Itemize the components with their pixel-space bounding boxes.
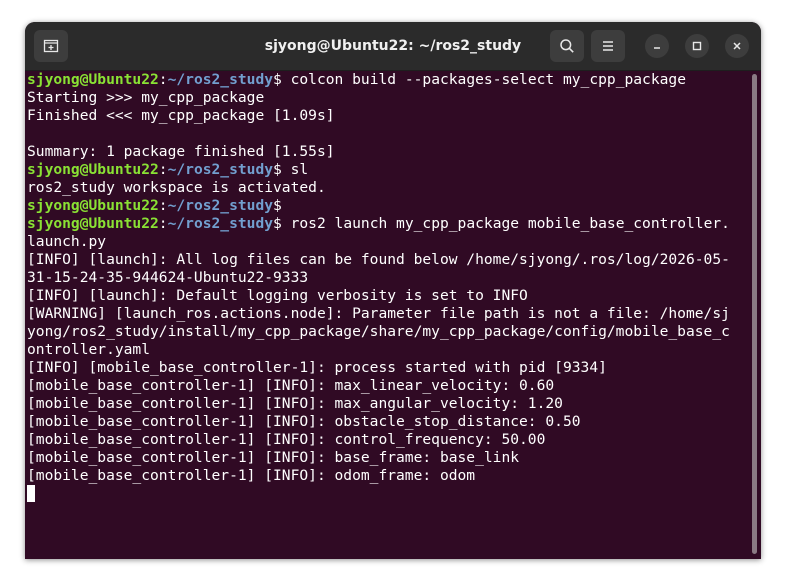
output-line: [mobile_base_controller-1] [INFO]: max_l… [27, 377, 749, 395]
terminal-window: sjyong@Ubuntu22: ~/ros2_study sjyong@Ubu… [25, 22, 761, 559]
output-line: [mobile_base_controller-1] [INFO]: base_… [27, 449, 749, 467]
output-line: [WARNING] [launch_ros.actions.node]: Par… [27, 305, 749, 323]
prompt-symbol: $ [273, 71, 282, 88]
minimize-button[interactable] [645, 34, 669, 58]
prompt-user: sjyong@Ubuntu22 [27, 215, 159, 232]
close-icon [733, 42, 741, 50]
maximize-icon [692, 41, 702, 51]
output-line: [INFO] [mobile_base_controller-1]: proce… [27, 359, 749, 377]
search-button[interactable] [550, 30, 584, 62]
line-text: [WARNING] [launch_ros.actions.node]: Par… [27, 305, 730, 322]
prompt-user: sjyong@Ubuntu22 [27, 71, 159, 88]
line-text: Summary: 1 package finished [1.55s] [27, 143, 335, 160]
output-line: ontroller.yaml [27, 341, 749, 359]
output-line: Starting >>> my_cpp_package [27, 89, 749, 107]
line-text: [mobile_base_controller-1] [INFO]: contr… [27, 431, 546, 448]
line-text: Starting >>> my_cpp_package [27, 89, 265, 106]
new-tab-button[interactable] [34, 30, 68, 62]
line-text: ontroller.yaml [27, 341, 151, 358]
output-line: 31-15-24-35-944624-Ubuntu22-9333 [27, 269, 749, 287]
output-line: [mobile_base_controller-1] [INFO]: contr… [27, 431, 749, 449]
line-text: [INFO] [launch]: All log files can be fo… [27, 251, 730, 268]
prompt-separator: : [158, 161, 168, 178]
hamburger-menu-icon [603, 41, 613, 51]
prompt-path: ~/ros2_study [167, 161, 274, 178]
prompt-separator: : [158, 215, 168, 232]
line-text: [mobile_base_controller-1] [INFO]: max_l… [27, 377, 555, 394]
line-text: [INFO] [launch]: Default logging verbosi… [27, 287, 528, 304]
output-line: [mobile_base_controller-1] [INFO]: obsta… [27, 413, 749, 431]
prompt-symbol: $ [273, 161, 282, 178]
prompt-user: sjyong@Ubuntu22 [27, 197, 159, 214]
cursor-line [27, 485, 749, 503]
output-line: [INFO] [launch]: All log files can be fo… [27, 251, 749, 269]
line-text: sl [281, 161, 309, 178]
text-cursor [27, 485, 35, 502]
prompt-user: sjyong@Ubuntu22 [27, 161, 159, 178]
line-text: [mobile_base_controller-1] [INFO]: max_a… [27, 395, 563, 412]
line-text: [mobile_base_controller-1] [INFO]: obsta… [27, 413, 581, 430]
prompt-path: ~/ros2_study [167, 215, 274, 232]
search-icon [560, 39, 574, 53]
window-title: sjyong@Ubuntu22: ~/ros2_study [264, 38, 522, 54]
new-tab-icon [43, 39, 59, 53]
line-text: ros2 launch my_cpp_package mobile_base_c… [281, 215, 730, 232]
line-text: [INFO] [mobile_base_controller-1]: proce… [27, 359, 607, 376]
output-line: [INFO] [launch]: Default logging verbosi… [27, 287, 749, 305]
line-text: 31-15-24-35-944624-Ubuntu22-9333 [27, 269, 309, 286]
maximize-button[interactable] [685, 34, 709, 58]
output-line: launch.py [27, 233, 749, 251]
line-text: [mobile_base_controller-1] [INFO]: base_… [27, 449, 520, 466]
line-text: Finished <<< my_cpp_package [1.09s] [27, 107, 335, 124]
prompt-path: ~/ros2_study [167, 197, 274, 214]
output-line: yong/ros2_study/install/my_cpp_package/s… [27, 323, 749, 341]
prompt-path: ~/ros2_study [167, 71, 274, 88]
minimize-icon [654, 47, 660, 49]
prompt-separator: : [158, 71, 168, 88]
prompt-line: sjyong@Ubuntu22:~/ros2_study$ ros2 launc… [27, 215, 749, 233]
output-line: [mobile_base_controller-1] [INFO]: odom_… [27, 467, 749, 485]
prompt-symbol: $ [273, 197, 282, 214]
prompt-separator: : [158, 197, 168, 214]
line-text: launch.py [27, 233, 107, 250]
close-button[interactable] [725, 34, 749, 58]
scrollbar[interactable] [752, 74, 757, 554]
prompt-symbol: $ [273, 215, 282, 232]
line-text: colcon build --packages-select my_cpp_pa… [281, 71, 686, 88]
output-line: Summary: 1 package finished [1.55s] [27, 143, 749, 161]
line-text: [mobile_base_controller-1] [INFO]: odom_… [27, 467, 476, 484]
prompt-line: sjyong@Ubuntu22:~/ros2_study$ colcon bui… [27, 71, 749, 89]
titlebar: sjyong@Ubuntu22: ~/ros2_study [25, 22, 761, 71]
prompt-line: sjyong@Ubuntu22:~/ros2_study$ sl [27, 161, 749, 179]
prompt-line: sjyong@Ubuntu22:~/ros2_study$ [27, 197, 749, 215]
menu-button[interactable] [591, 30, 625, 62]
line-text: yong/ros2_study/install/my_cpp_package/s… [27, 323, 730, 340]
output-line: Finished <<< my_cpp_package [1.09s] [27, 107, 749, 125]
output-line: ros2_study workspace is activated. [27, 179, 749, 197]
output-line: [mobile_base_controller-1] [INFO]: max_a… [27, 395, 749, 413]
line-text: ros2_study workspace is activated. [27, 179, 326, 196]
terminal-output[interactable]: sjyong@Ubuntu22:~/ros2_study$ colcon bui… [25, 71, 749, 559]
